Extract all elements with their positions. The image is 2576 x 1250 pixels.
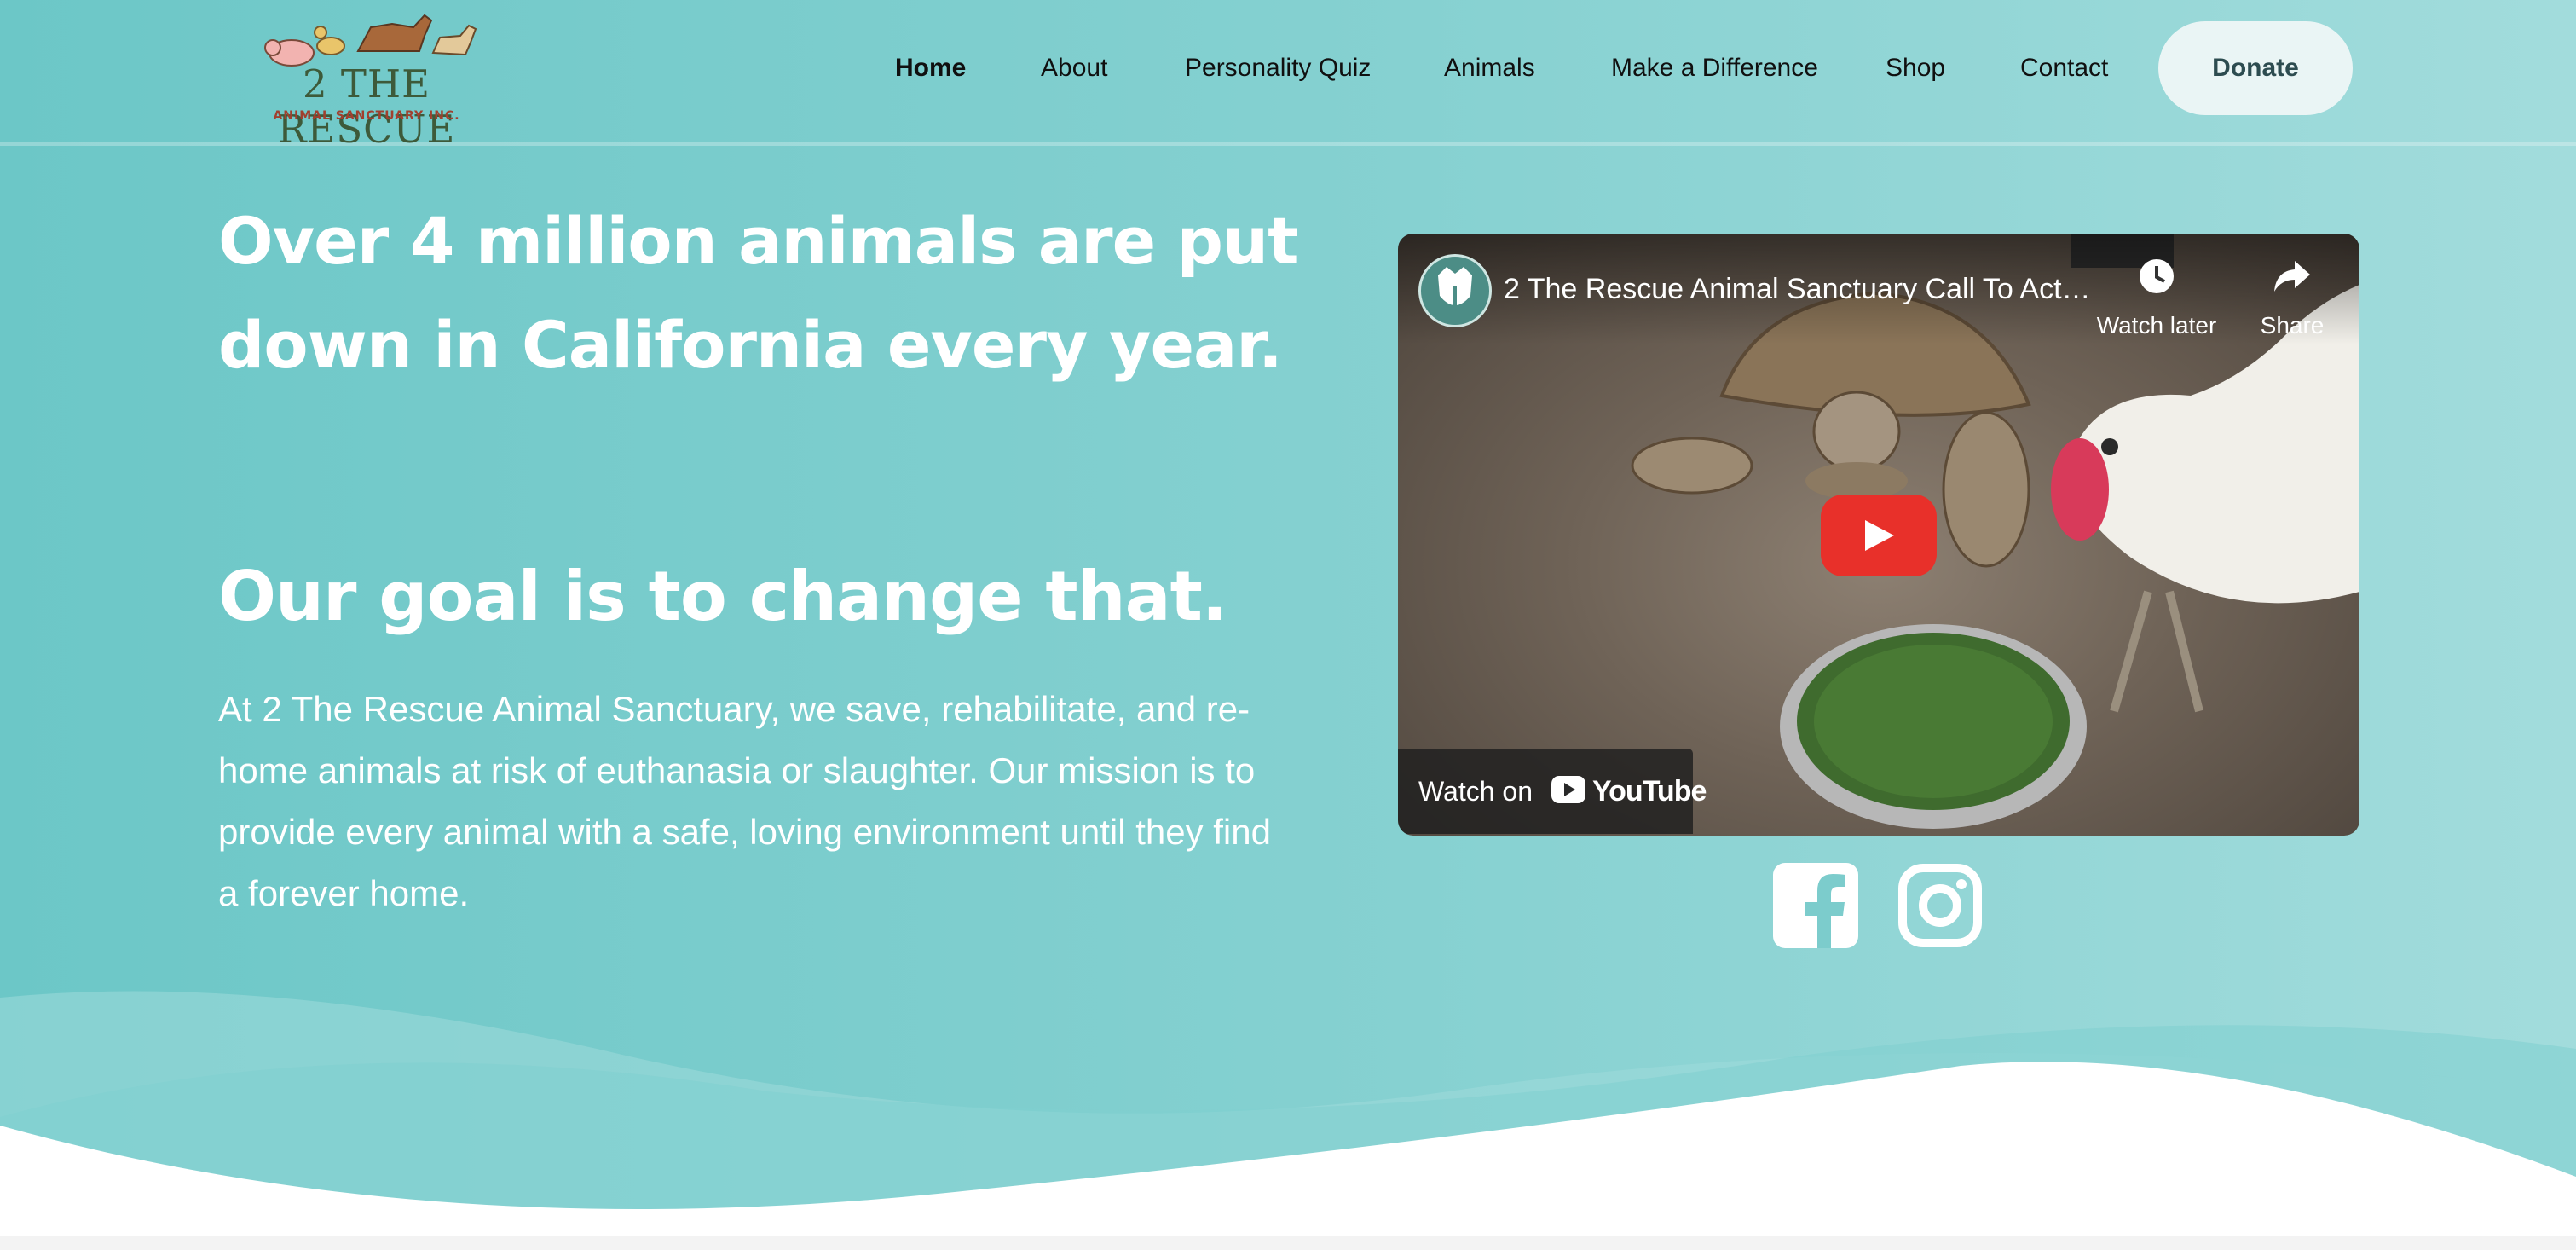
nav-animals[interactable]: Animals bbox=[1444, 49, 1535, 87]
nav-make-a-difference[interactable]: Make a Difference bbox=[1611, 49, 1818, 87]
share-arrow-icon bbox=[2274, 261, 2310, 292]
site-header: 2 THE RESCUE ANIMAL SANCTUARY INC. Home … bbox=[0, 0, 2576, 152]
video-title[interactable]: 2 The Rescue Animal Sanctuary Call To Ac… bbox=[1504, 268, 2092, 310]
clock-icon bbox=[2140, 259, 2174, 293]
watch-on-label: Watch on bbox=[1418, 776, 1533, 807]
decorative-wave-divider bbox=[0, 991, 2576, 1250]
channel-avatar[interactable] bbox=[1418, 254, 1492, 327]
nav-about[interactable]: About bbox=[1041, 49, 1107, 87]
donate-button[interactable]: Donate bbox=[2158, 21, 2353, 115]
youtube-wordmark: YouTube bbox=[1592, 775, 1707, 807]
hero-subheadline: Our goal is to change that. bbox=[218, 557, 1227, 636]
nav-personality-quiz[interactable]: Personality Quiz bbox=[1185, 49, 1371, 87]
play-icon bbox=[1865, 520, 1894, 551]
youtube-video-embed[interactable]: 2 The Rescue Animal Sanctuary Call To Ac… bbox=[1398, 234, 2359, 836]
play-button[interactable] bbox=[1821, 495, 1937, 576]
nav-shop[interactable]: Shop bbox=[1886, 49, 1945, 87]
main-nav: Home About Personality Quiz Animals Make… bbox=[0, 0, 2576, 142]
watch-on-youtube-button[interactable]: Watch on YouTube bbox=[1398, 749, 1707, 834]
hero-headline: Over 4 million animals are put down in C… bbox=[218, 203, 1298, 383]
hero-body-text: At 2 The Rescue Animal Sanctuary, we sav… bbox=[218, 689, 1271, 913]
share-button[interactable]: Share bbox=[2237, 258, 2348, 351]
watch-later-button[interactable]: Watch later bbox=[2080, 258, 2233, 351]
nav-home[interactable]: Home bbox=[895, 49, 966, 87]
video-top-bar: 2 The Rescue Animal Sanctuary Call To Ac… bbox=[1398, 234, 2359, 344]
watch-later-label: Watch later bbox=[2096, 312, 2217, 339]
youtube-logo-icon bbox=[1551, 776, 1585, 803]
share-label: Share bbox=[2260, 312, 2325, 339]
nav-contact[interactable]: Contact bbox=[2020, 49, 2108, 87]
